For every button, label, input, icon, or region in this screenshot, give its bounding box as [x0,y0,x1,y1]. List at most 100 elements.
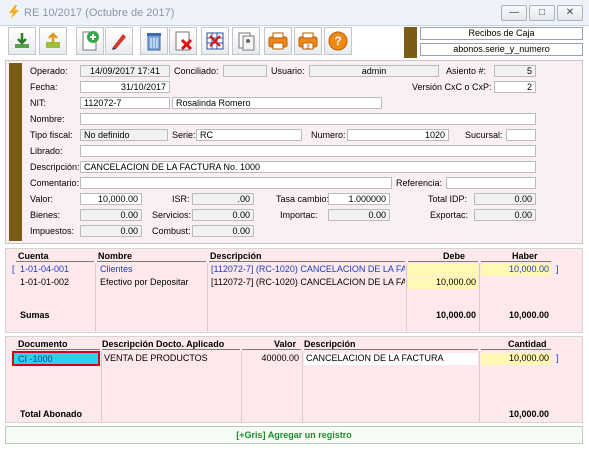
col-haber-header[interactable]: Haber [512,251,538,261]
importac-label: Importac: [280,210,318,220]
lightning-icon [9,5,19,19]
col-cuenta-header[interactable]: Cuenta [18,251,49,261]
maximize-button[interactable]: □ [529,5,555,21]
nombre-input[interactable] [80,113,536,125]
sucursal-label: Sucursal: [465,130,503,140]
descripcion-input[interactable]: CANCELACION DE LA FACTURA No. 1000 [80,161,536,173]
import-button[interactable] [8,27,36,55]
row-marker: [ [12,264,15,274]
col-documento-header[interactable]: Documento [18,339,68,349]
haber-cell[interactable]: 10,000.00 [481,264,551,276]
header-underline [408,261,478,262]
col-descripcion-header[interactable]: Descripción [210,251,262,261]
descripcion-cell[interactable]: [112072-7] (RC-1020) CANCELACION DE LA F… [209,264,405,276]
conciliado-field [223,65,267,77]
sumas-haber: 10,000.00 [508,310,549,320]
header-underline [242,349,301,350]
tipo-fiscal-label: Tipo fiscal: [30,130,73,140]
impuestos-label: Impuestos: [30,226,75,236]
isr-field: .00 [192,193,254,205]
comentario-input[interactable] [80,177,392,189]
header-underline [209,261,405,262]
edit-button[interactable] [105,27,133,55]
cancel-button[interactable] [169,27,197,55]
descripcion-cell[interactable]: [112072-7] (RC-1020) CANCELACION DE LA F… [209,277,405,289]
nit-label: NIT: [30,98,47,108]
minimize-button[interactable]: — [501,5,527,21]
open-button[interactable] [39,27,67,55]
delete-button[interactable] [140,27,168,55]
combust-field: 0.00 [192,225,254,237]
col-valor-header[interactable]: Valor [274,339,296,349]
documento-cell-selected[interactable]: CI -1000 [12,351,100,366]
nombre-cell[interactable]: Efectivo por Depositar [98,277,206,289]
fecha-input[interactable]: 31/10/2017 [80,81,170,93]
nit-name-field: Rosalinda Romero [172,97,382,109]
descripcion-cell[interactable]: CANCELACION DE LA FACTURA [304,353,478,365]
add-button[interactable] [76,27,104,55]
help-glyph: ? [334,34,341,48]
nit-input[interactable]: 112072-7 [80,97,170,109]
desc-docto-cell[interactable]: VENTA DE PRODUCTOS [102,353,240,365]
numero-input[interactable]: 1020 [347,129,449,141]
report-button[interactable] [232,27,260,55]
toolbar: 2 ? Recibos de Caja abonos.serie_y_numer… [6,27,583,60]
debe-cell[interactable]: 10,000.00 [408,277,478,289]
col-cantidad-header[interactable]: Cantidad [508,339,547,349]
maximize-icon: □ [538,7,546,18]
bienes-field: 0.00 [80,209,142,221]
documento-cell[interactable]: CI -1000 [18,354,53,364]
version-input[interactable]: 2 [494,81,536,93]
header-underline [481,261,551,262]
accounts-grid: Cuenta Nombre Descripción Debe Haber [ 1… [5,248,583,333]
librado-input[interactable] [80,145,536,157]
index-label: abonos.serie_y_numero [420,43,583,56]
open-icon [46,32,60,48]
usuario-field: admin [309,65,439,77]
valor-input[interactable]: 10,000.00 [80,193,142,205]
usuario-label: Usuario: [271,66,305,76]
cuenta-cell[interactable]: 1-01-04-001 [18,264,95,276]
print-button[interactable] [264,27,292,55]
tasa-input[interactable]: 1.000000 [328,193,390,205]
cancel-icon [175,31,193,51]
cantidad-cell[interactable]: 10,000.00 [481,353,551,365]
help-button[interactable]: ? [324,27,352,55]
column-divider [207,263,208,331]
print-2-button[interactable]: 2 [294,27,322,55]
documents-grid: Documento Descripción Docto. Aplicado Va… [5,336,583,423]
numero-label: Numero: [311,130,346,140]
asiento-field: 5 [494,65,536,77]
grid-button[interactable] [201,27,229,55]
nombre-cell[interactable]: Clientes [98,264,206,276]
window-title: RE 10/2017 (Octubre de 2017) [24,7,175,19]
col-descripcion-header[interactable]: Descripción [304,339,356,349]
print-icon [268,32,288,50]
serie-input[interactable]: RC [196,129,302,141]
add-row-button[interactable]: [+Gris] Agregar un registro [5,426,583,444]
referencia-input[interactable] [446,177,536,189]
header-underline [97,261,206,262]
bienes-label: Bienes: [30,210,61,220]
col-nombre-header[interactable]: Nombre [98,251,132,261]
report-icon [238,32,255,51]
close-button[interactable]: ✕ [557,5,583,21]
conciliado-label: Conciliado: [174,66,219,76]
module-title: Recibos de Caja [420,27,583,40]
help-icon: ? [328,31,348,51]
col-debe-header[interactable]: Debe [443,251,465,261]
cuenta-cell[interactable]: 1-01-01-002 [18,277,95,289]
valor-cell[interactable]: 40000.00 [242,353,301,365]
minimize-icon: — [509,7,519,18]
add-icon [82,31,99,51]
serie-label: Serie: [172,130,196,140]
debe-cell[interactable] [408,264,478,276]
haber-cell[interactable] [481,277,551,289]
sucursal-input[interactable] [506,129,536,141]
column-divider [406,263,407,331]
exportac-label: Exportac: [430,210,469,220]
servicios-field: 0.00 [192,209,254,221]
header-underline [16,261,94,262]
col-desc-docto-header[interactable]: Descripción Docto. Aplicado [102,339,224,349]
comentario-label: Comentario: [30,178,80,188]
